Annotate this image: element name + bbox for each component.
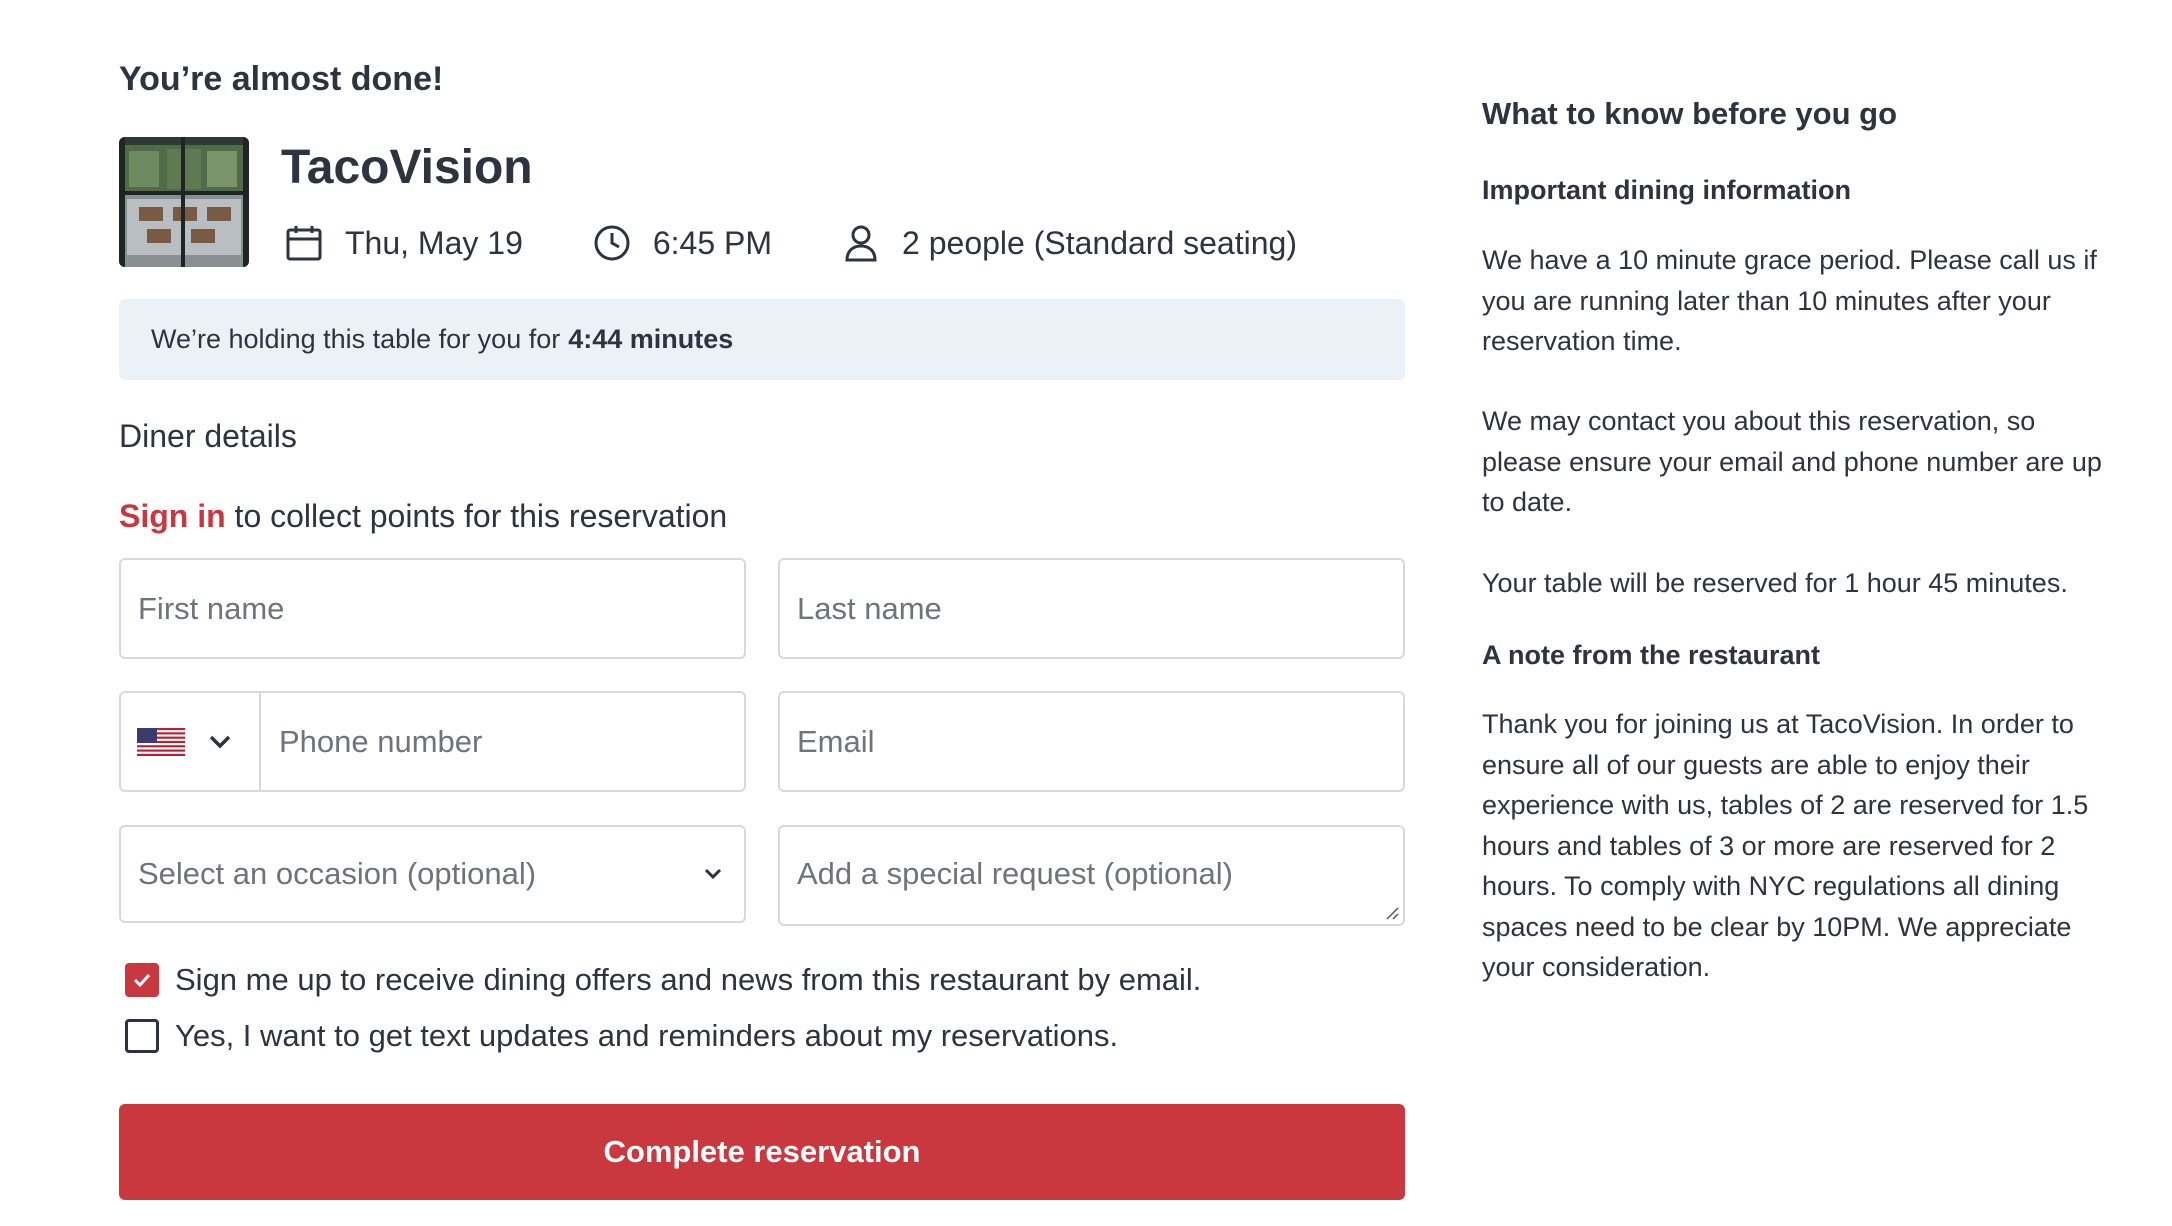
reservation-party-text: 2 people (Standard seating): [902, 224, 1297, 261]
special-request-textarea[interactable]: [780, 827, 1403, 924]
restaurant-photo: [119, 137, 249, 267]
email-offers-checkbox-row[interactable]: Sign me up to receive dining offers and …: [125, 962, 1201, 998]
text-updates-label: Yes, I want to get text updates and remi…: [175, 1018, 1119, 1053]
chevron-down-icon: [704, 868, 722, 880]
clock-icon: [594, 225, 630, 261]
diner-details-heading: Diner details: [119, 418, 297, 454]
resize-handle-icon[interactable]: [1383, 904, 1399, 920]
reservation-party: 2 people (Standard seating): [842, 224, 1297, 262]
holding-countdown: 4:44 minutes: [568, 324, 734, 354]
sign-in-link[interactable]: Sign in: [119, 498, 226, 534]
first-name-field: [119, 558, 746, 659]
restaurant-note-heading: A note from the restaurant: [1482, 640, 1821, 670]
phone-field: [119, 691, 746, 792]
email-field: [778, 691, 1405, 792]
checkmark-icon: [133, 973, 151, 988]
chevron-down-icon: [209, 735, 231, 748]
special-request-field: [778, 825, 1405, 926]
first-name-input[interactable]: [121, 560, 744, 657]
text-updates-checkbox[interactable]: [125, 1019, 159, 1053]
holding-text: We’re holding this table for you for: [151, 324, 561, 354]
signin-prompt: Sign in to collect points for this reser…: [119, 498, 727, 535]
sidebar-title: What to know before you go: [1482, 96, 1898, 131]
last-name-field: [778, 558, 1405, 659]
person-icon: [845, 225, 877, 262]
email-offers-label: Sign me up to receive dining offers and …: [175, 962, 1202, 997]
restaurant-note-text: Thank you for joining us at TacoVision. …: [1482, 709, 2089, 982]
signin-prompt-text: to collect points for this reservation: [225, 498, 728, 534]
page-title: You’re almost done!: [119, 60, 444, 98]
text-updates-checkbox-row[interactable]: Yes, I want to get text updates and remi…: [125, 1018, 1118, 1054]
complete-reservation-button[interactable]: Complete reservation: [119, 1104, 1405, 1200]
email-offers-checkbox[interactable]: [125, 963, 159, 997]
calendar-icon: [286, 226, 322, 261]
grace-period-text: We have a 10 minute grace period. Please…: [1482, 245, 2097, 356]
reservation-date: Thu, May 19: [285, 224, 523, 262]
phone-number-input[interactable]: [261, 693, 744, 790]
email-input[interactable]: [780, 693, 1403, 790]
occasion-select-value: Select an occasion (optional): [138, 856, 537, 891]
reservation-time: 6:45 PM: [593, 224, 772, 262]
reservation-time-text: 6:45 PM: [652, 224, 773, 261]
holding-timer-banner: We’re holding this table for you for 4:4…: [119, 299, 1405, 380]
important-info-heading: Important dining information: [1482, 175, 1851, 205]
occasion-select[interactable]: Select an occasion (optional): [119, 825, 746, 923]
reservation-date-text: Thu, May 19: [345, 224, 523, 261]
country-code-select[interactable]: [121, 693, 261, 790]
last-name-input[interactable]: [780, 560, 1403, 657]
table-duration-text: Your table will be reserved for 1 hour 4…: [1482, 568, 2068, 598]
restaurant-name: TacoVision: [281, 141, 533, 194]
us-flag-icon: [137, 727, 185, 756]
contact-info-text: We may contact you about this reservatio…: [1482, 406, 2102, 517]
reservation-summary: Thu, May 19 6:45 PM 2 people (Standard s…: [285, 218, 1297, 268]
